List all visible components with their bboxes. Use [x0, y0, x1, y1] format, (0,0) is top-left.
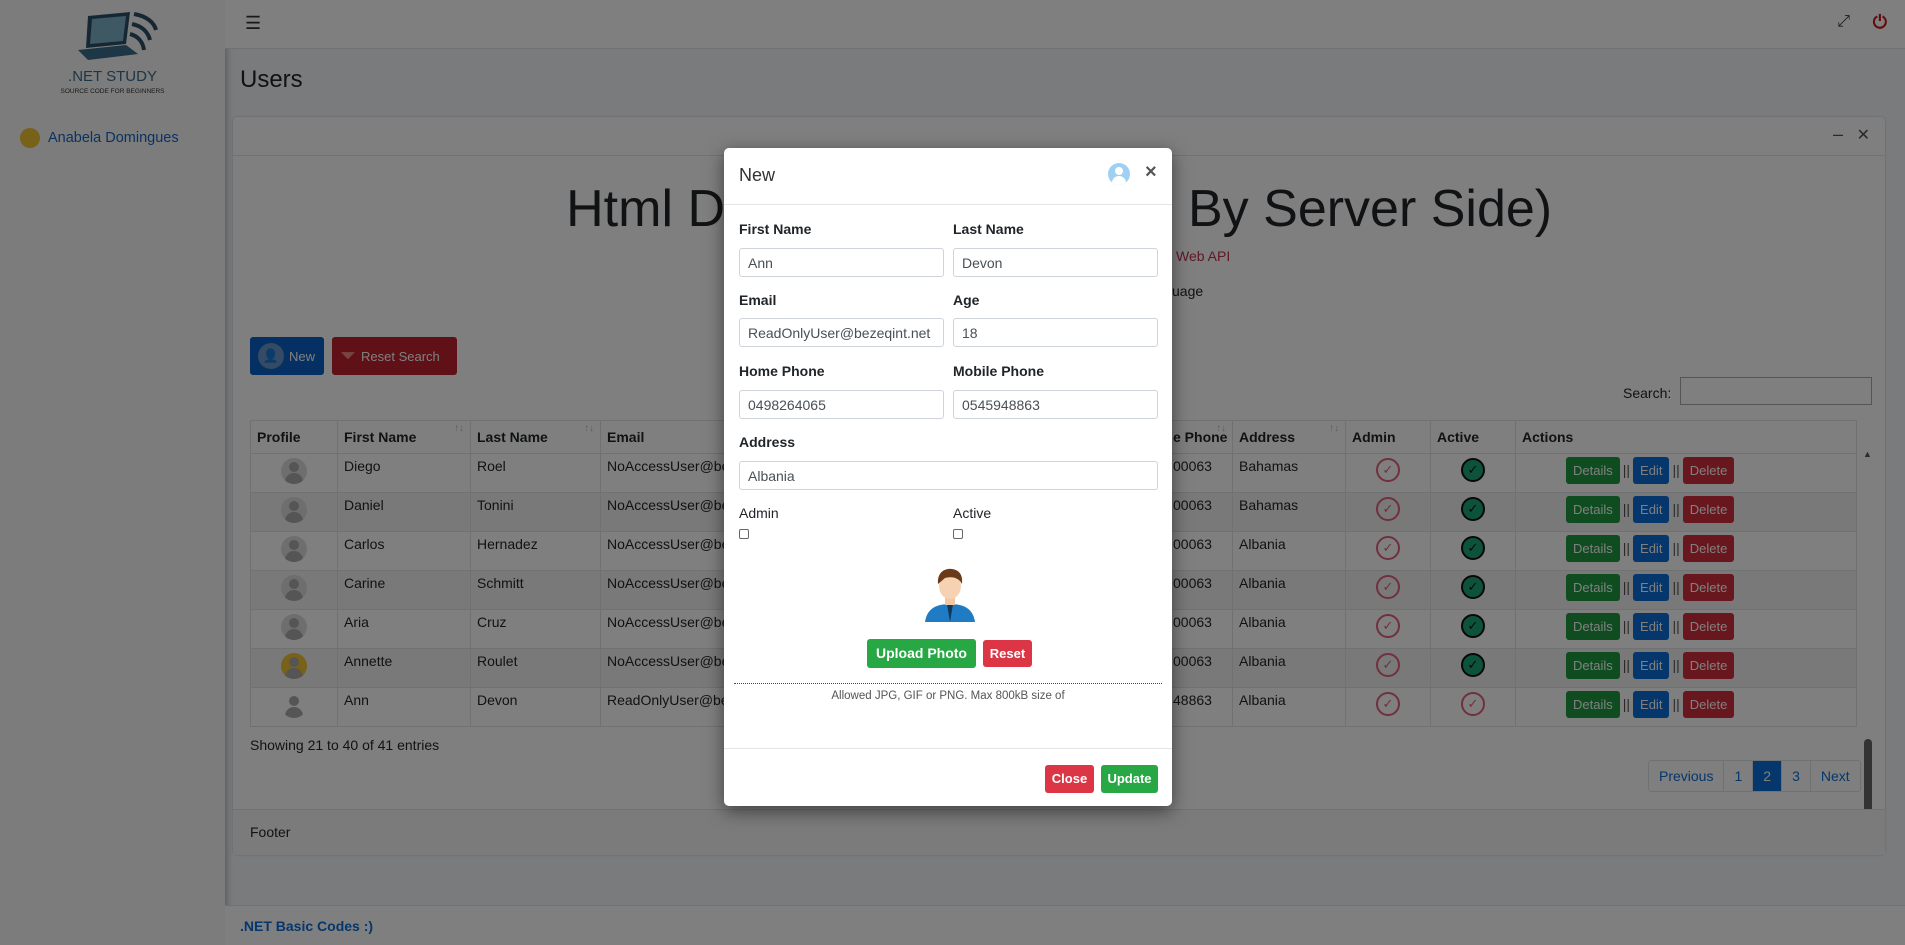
update-button[interactable]: Update — [1101, 765, 1158, 793]
first-name-input[interactable] — [739, 248, 944, 277]
close-button[interactable]: Close — [1045, 765, 1094, 793]
admin-label: Admin — [739, 505, 779, 521]
male-avatar-icon — [925, 568, 975, 622]
admin-checkbox[interactable] — [739, 529, 749, 539]
modal-close-icon[interactable]: × — [1145, 161, 1157, 184]
new-user-modal: New × First Name Last Name Email Age Hom… — [724, 148, 1172, 806]
upload-hint: Allowed JPG, GIF or PNG. Max 800kB size … — [831, 690, 1065, 702]
address-label: Address — [739, 434, 796, 450]
last-name-label: Last Name — [953, 221, 1024, 237]
email-input[interactable] — [739, 318, 944, 347]
age-label: Age — [953, 292, 980, 308]
modal-title: New — [739, 165, 776, 185]
active-label: Active — [953, 505, 992, 521]
reset-photo-button[interactable]: Reset — [983, 640, 1032, 667]
modal-header: New × — [724, 148, 1172, 205]
mobile-phone-label: Mobile Phone — [953, 363, 1044, 379]
divider — [734, 683, 1162, 684]
user-icon — [1108, 163, 1130, 185]
upload-photo-button[interactable]: Upload Photo — [867, 639, 976, 668]
age-input[interactable] — [953, 318, 1158, 347]
modal-footer: Close Update — [724, 748, 1172, 806]
email-label: Email — [739, 292, 777, 308]
mobile-phone-input[interactable] — [953, 390, 1158, 419]
first-name-label: First Name — [739, 221, 812, 237]
home-phone-label: Home Phone — [739, 363, 825, 379]
home-phone-input[interactable] — [739, 390, 944, 419]
last-name-input[interactable] — [953, 248, 1158, 277]
active-checkbox[interactable] — [953, 529, 963, 539]
address-input[interactable] — [739, 461, 1158, 490]
